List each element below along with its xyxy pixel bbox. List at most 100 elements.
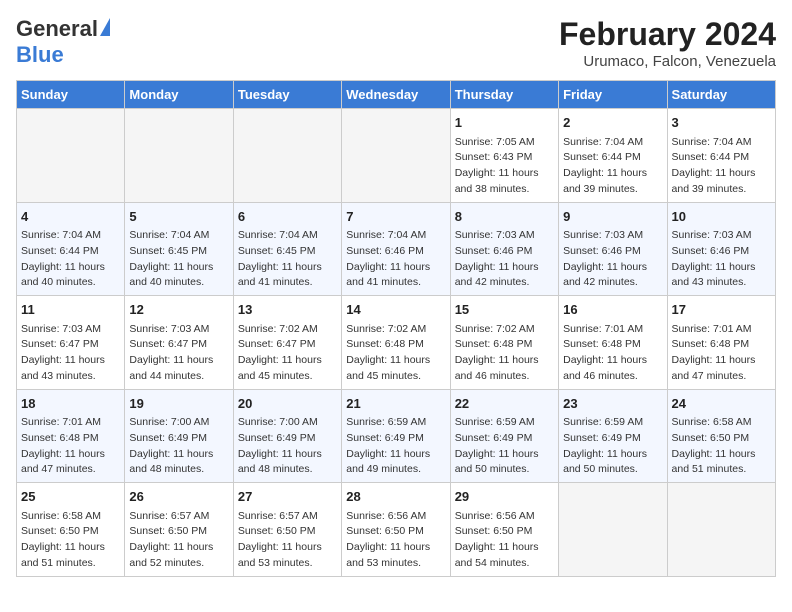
sunset-text: Sunset: 6:45 PM [238,245,316,257]
logo-blue-text: Blue [16,42,64,68]
daylight-text: Daylight: 11 hours and 46 minutes. [455,354,539,382]
sunset-text: Sunset: 6:48 PM [563,338,641,350]
daylight-text: Daylight: 11 hours and 40 minutes. [21,261,105,289]
calendar-week-row: 18Sunrise: 7:01 AMSunset: 6:48 PMDayligh… [17,389,776,483]
sunset-text: Sunset: 6:49 PM [129,432,207,444]
sunset-text: Sunset: 6:48 PM [455,338,533,350]
day-number: 11 [21,300,120,320]
calendar-cell: 9 Sunrise: 7:03 AM Sunset: 6:46 PM Daylight… [559,202,667,296]
calendar-cell: 10Sunrise: 7:03 AMSunset: 6:46 PMDayligh… [667,202,775,296]
logo-triangle-icon [100,18,110,36]
calendar-cell: 27Sunrise: 6:57 AMSunset: 6:50 PMDayligh… [233,483,341,577]
daylight-text: Daylight: 11 hours and 49 minutes. [346,448,430,476]
day-number: 5 [129,207,228,227]
sunrise-text: Sunrise: 6:58 AM [21,510,101,522]
day-number: 1 [455,113,554,133]
header-row: SundayMondayTuesdayWednesdayThursdayFrid… [17,81,776,109]
sunset-text: Sunset: 6:47 PM [238,338,316,350]
sunrise-text: Sunrise: 7:03 AM [21,323,101,335]
sunrise-text: Sunrise: 7:04 AM [672,136,752,148]
sunrise-text: Sunrise: 7:04 AM [238,229,318,241]
calendar-week-row: 4Sunrise: 7:04 AMSunset: 6:44 PMDaylight… [17,202,776,296]
sunset-text: Sunset: 6:50 PM [129,525,207,537]
sunrise-text: Sunrise: 6:57 AM [129,510,209,522]
daylight-text: Daylight: 11 hours and 47 minutes. [21,448,105,476]
day-number: 13 [238,300,337,320]
sunset-text: Sunset: 6:46 PM [455,245,533,257]
sunset-text: Sunset: 6:45 PM [129,245,207,257]
daylight-text: Daylight: 11 hours and 42 minutes. [563,261,647,289]
sunrise-text: Sunrise: 7:02 AM [346,323,426,335]
sunrise-text: Sunrise: 7:03 AM [455,229,535,241]
sunrise-text: Sunrise: 6:59 AM [563,416,643,428]
daylight-text: Daylight: 11 hours and 39 minutes. [672,167,756,195]
title-block: February 2024 Urumaco, Falcon, Venezuela [559,16,776,70]
calendar-cell: 1Sunrise: 7:05 AMSunset: 6:43 PMDaylight… [450,109,558,203]
daylight-text: Daylight: 11 hours and 43 minutes. [672,261,756,289]
daylight-text: Daylight: 11 hours and 45 minutes. [238,354,322,382]
page-header: General Blue February 2024 Urumaco, Falc… [16,16,776,70]
sunset-text: Sunset: 6:49 PM [346,432,424,444]
sunrise-text: Sunrise: 7:04 AM [21,229,101,241]
daylight-text: Daylight: 11 hours and 38 minutes. [455,167,539,195]
sunset-text: Sunset: 6:48 PM [21,432,99,444]
day-number: 14 [346,300,445,320]
sunrise-text: Sunrise: 7:04 AM [563,136,643,148]
daylight-text: Daylight: 11 hours and 40 minutes. [129,261,213,289]
sunrise-text: Sunrise: 7:00 AM [129,416,209,428]
sunrise-text: Sunrise: 6:59 AM [346,416,426,428]
daylight-text: Daylight: 11 hours and 46 minutes. [563,354,647,382]
sunset-text: Sunset: 6:46 PM [672,245,750,257]
calendar-cell: 19Sunrise: 7:00 AMSunset: 6:49 PMDayligh… [125,389,233,483]
calendar-cell: 8Sunrise: 7:03 AMSunset: 6:46 PMDaylight… [450,202,558,296]
day-of-week-header: Saturday [667,81,775,109]
calendar-cell: 28Sunrise: 6:56 AMSunset: 6:50 PMDayligh… [342,483,450,577]
sunset-text: Sunset: 6:47 PM [129,338,207,350]
day-number: 23 [563,394,662,414]
logo-general-text: General [16,16,98,42]
day-number: 3 [672,113,771,133]
sunrise-text: Sunrise: 7:00 AM [238,416,318,428]
calendar-cell: 20 Sunrise: 7:00 AM Sunset: 6:49 PM Dayligh… [233,389,341,483]
sunrise-text: Sunrise: 6:56 AM [346,510,426,522]
day-number: 8 [455,207,554,227]
day-number: 2 [563,113,662,133]
daylight-text: Daylight: 11 hours and 41 minutes. [238,261,322,289]
daylight-text: Daylight: 11 hours and 43 minutes. [21,354,105,382]
calendar-cell: 12Sunrise: 7:03 AMSunset: 6:47 PMDayligh… [125,296,233,390]
day-of-week-header: Tuesday [233,81,341,109]
sunset-text: Sunset: 6:48 PM [346,338,424,350]
sunset-text: Sunset: 6:46 PM [563,245,641,257]
calendar-cell: 13Sunrise: 7:02 AMSunset: 6:47 PMDayligh… [233,296,341,390]
day-number: 21 [346,394,445,414]
day-number: 19 [129,394,228,414]
day-number: 29 [455,487,554,507]
calendar-cell: 17Sunrise: 7:01 AMSunset: 6:48 PMDayligh… [667,296,775,390]
logo: General Blue [16,16,110,68]
day-number: 12 [129,300,228,320]
day-number: 18 [21,394,120,414]
calendar-cell [17,109,125,203]
sunset-text: Sunset: 6:49 PM [563,432,641,444]
day-of-week-header: Sunday [17,81,125,109]
day-number: 22 [455,394,554,414]
sunset-text: Sunset: 6:50 PM [238,525,316,537]
sunset-text: Sunset: 6:50 PM [21,525,99,537]
sunset-text: Sunset: 6:48 PM [672,338,750,350]
daylight-text: Daylight: 11 hours and 50 minutes. [563,448,647,476]
day-number: 9 [563,207,662,227]
day-number: 17 [672,300,771,320]
daylight-text: Daylight: 11 hours and 50 minutes. [455,448,539,476]
sunset-text: Sunset: 6:43 PM [455,151,533,163]
calendar-cell: 5Sunrise: 7:04 AMSunset: 6:45 PMDaylight… [125,202,233,296]
calendar-cell [342,109,450,203]
sunrise-text: Sunrise: 7:03 AM [129,323,209,335]
calendar-cell: 25Sunrise: 6:58 AMSunset: 6:50 PMDayligh… [17,483,125,577]
sunset-text: Sunset: 6:49 PM [238,432,316,444]
sunrise-text: Sunrise: 7:03 AM [563,229,643,241]
sunrise-text: Sunrise: 6:58 AM [672,416,752,428]
calendar-cell: 7Sunrise: 7:04 AMSunset: 6:46 PMDaylight… [342,202,450,296]
day-number: 20 [238,394,337,414]
daylight-text: Daylight: 11 hours and 48 minutes. [238,448,322,476]
calendar-week-row: 11 Sunrise: 7:03 AM Sunset: 6:47 PM Dayligh… [17,296,776,390]
